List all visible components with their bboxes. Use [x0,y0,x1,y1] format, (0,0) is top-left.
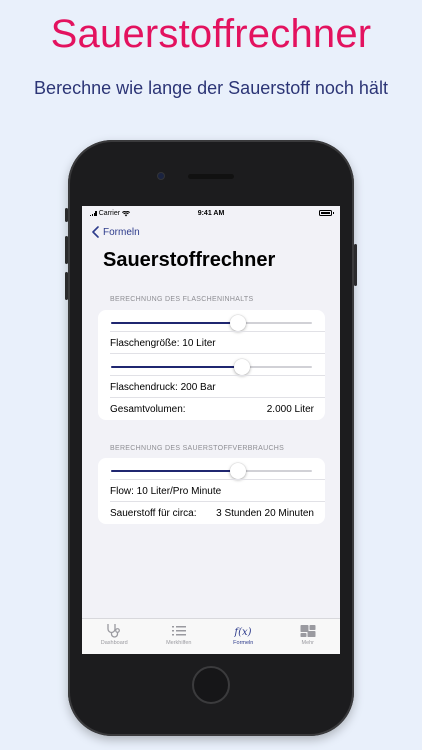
status-bar: Carrier 9:41 AM [82,206,340,222]
card-consumption: Flow: 10 Liter/Pro Minute Sauerstoff für… [98,458,325,524]
row-total-volume: Gesamtvolumen: 2.000 Liter [98,398,325,420]
grid-icon [300,625,316,637]
home-button[interactable] [192,666,230,704]
volume-down-button [65,272,68,300]
slider-pressure[interactable] [111,359,312,375]
slider-row-flow [98,458,325,480]
pressure-label: Flaschendruck: 200 Bar [110,382,216,393]
slider-flow[interactable] [111,463,312,479]
mute-switch [65,208,68,222]
volume-up-button [65,236,68,264]
slider-fill [111,322,238,324]
page-title: Sauerstoffrechner [103,249,276,271]
slider-fill [111,470,238,472]
card-bottle-content: Flaschengröße: 10 Liter Flaschendruck: 2… [98,310,325,420]
list-icon [171,626,186,636]
total-volume-label: Gesamtvolumen: [110,404,186,415]
tab-mehr[interactable]: Mehr [276,619,341,654]
chevron-left-icon [92,226,99,238]
slider-thumb[interactable] [229,463,246,479]
function-glyph: f(x) [234,627,252,638]
slider-fill [111,366,242,368]
row-bottle-size: Flaschengröße: 10 Liter [98,332,325,354]
row-flow: Flow: 10 Liter/Pro Minute [98,480,325,502]
phone-frame: Carrier 9:41 AM Formeln Sauerstoffrechne… [65,140,357,736]
bottle-size-label: Flaschengröße: 10 Liter [110,338,216,349]
tab-label: Formeln [233,640,254,646]
app-screen: Carrier 9:41 AM Formeln Sauerstoffrechne… [82,206,340,654]
front-camera [157,172,165,180]
slider-thumb[interactable] [233,359,250,375]
section-header-content: BERECHNUNG DES FLASCHENINHALTS [110,296,254,303]
slider-thumb[interactable] [229,315,246,331]
section-header-consumption: BERECHNUNG DES SAUERSTOFFVERBRAUCHS [110,445,285,452]
stethoscope-icon [107,624,121,638]
tab-label: Dashboard [100,640,128,646]
back-label: Formeln [103,226,140,238]
row-duration: Sauerstoff für circa: 3 Stunden 20 Minut… [98,502,325,524]
tab-dashboard[interactable]: Dashboard [82,619,147,654]
flow-label: Flow: 10 Liter/Pro Minute [110,486,222,497]
tab-formeln[interactable]: f(x) Formeln [211,619,276,654]
function-icon: f(x) [234,627,252,638]
earpiece-speaker [188,174,234,179]
tab-bar: Dashboard Merkhilfen f(x) Formeln Mehr [82,618,340,654]
slider-row-pressure [98,354,325,376]
promo-subline: Berechne wie lange der Sauerstoff noch h… [34,78,388,98]
total-volume-value: 2.000 Liter [266,404,314,415]
power-button [354,244,357,286]
tab-label: Merkhilfen [166,640,192,646]
promo-headline: Sauerstoffrechner [50,12,372,56]
duration-label: Sauerstoff für circa: [110,508,197,519]
back-button[interactable]: Formeln [92,226,140,238]
status-time: 9:41 AM [197,210,225,217]
slider-bottle-size[interactable] [111,315,312,331]
tab-label: Mehr [301,640,315,646]
row-pressure: Flaschendruck: 200 Bar [98,376,325,398]
slider-row-bottle-size [98,310,325,332]
duration-value: 3 Stunden 20 Minuten [216,508,314,519]
battery-icon [319,210,334,216]
tab-merkhilfen[interactable]: Merkhilfen [147,619,212,654]
